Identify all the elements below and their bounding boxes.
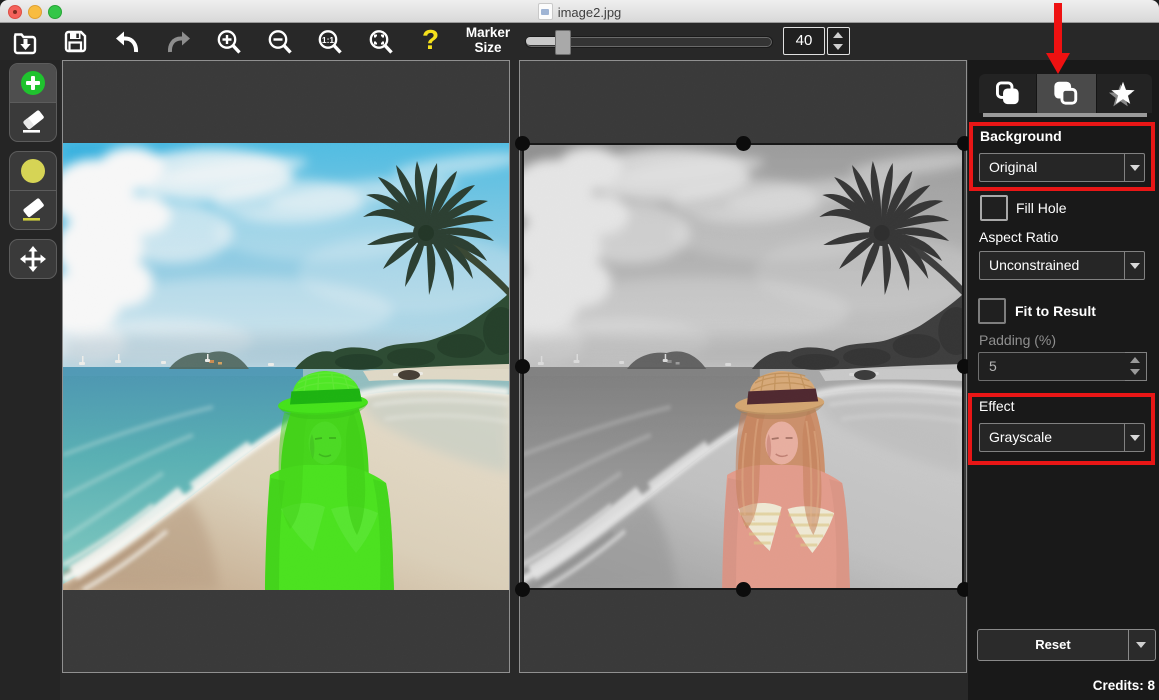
svg-text:1:1: 1:1 [322, 35, 335, 45]
